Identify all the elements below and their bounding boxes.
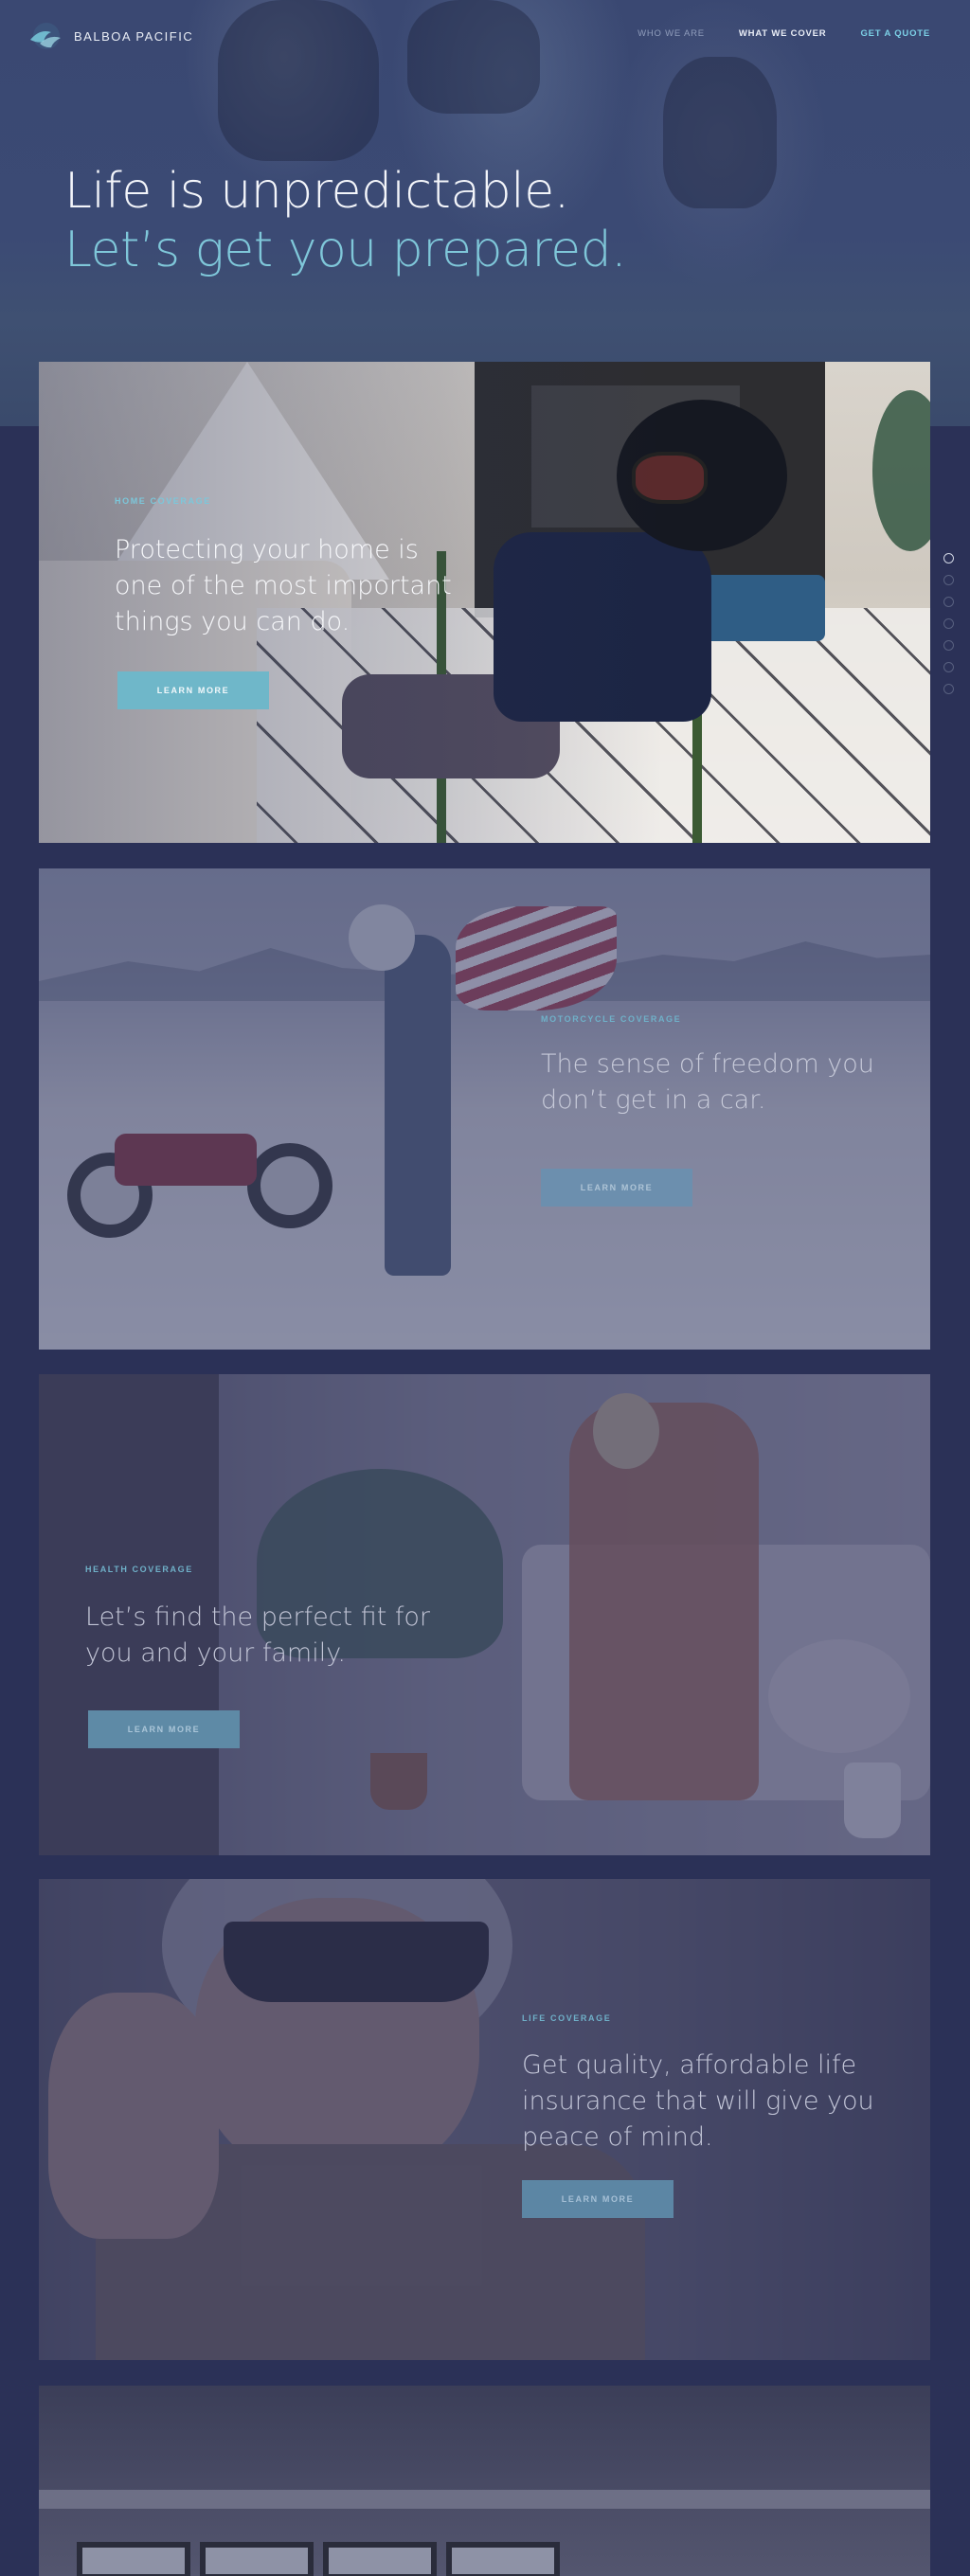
life-coverage-card: LIFE COVERAGE Get quality, affordable li… [39, 1879, 930, 2360]
card-headline: The sense of freedom you don’t get in a … [541, 1049, 874, 1115]
room-window [77, 2542, 190, 2576]
brand-name: BALBOA PACIFIC [74, 28, 194, 44]
pager-dot[interactable] [943, 684, 954, 694]
hero-photo-figure [407, 0, 540, 114]
brand-logo[interactable]: BALBOA PACIFIC [27, 21, 193, 51]
nav-who-we-are[interactable]: WHO WE ARE [638, 28, 705, 39]
motorcycle-coverage-card: MOTORCYCLE COVERAGE The sense of freedom… [39, 868, 930, 1350]
nav-get-a-quote[interactable]: GET A QUOTE [860, 28, 930, 39]
card-headline: Protecting your home is one of the most … [115, 535, 452, 636]
pager-dot[interactable] [943, 575, 954, 585]
learn-more-button[interactable]: LEARN MORE [88, 1710, 240, 1748]
health-coverage-card: HEALTH COVERAGE Let’s find the perfect f… [39, 1374, 930, 1855]
card-eyebrow: HEALTH COVERAGE [85, 1565, 193, 1574]
card-eyebrow: LIFE COVERAGE [522, 2013, 612, 2023]
card-eyebrow: HOME COVERAGE [115, 496, 211, 506]
hero-subheadline: Let’s get you prepared. [64, 222, 627, 278]
card-headline: Let’s find the perfect fit for you and y… [85, 1602, 431, 1668]
pager-dot[interactable] [943, 618, 954, 629]
room-window [323, 2542, 437, 2576]
section-pager [943, 553, 954, 694]
wave-logo-icon [30, 23, 61, 49]
card-headline: Get quality, affordable life insurance t… [522, 2050, 874, 2152]
card-eyebrow: MOTORCYCLE COVERAGE [541, 1014, 682, 1024]
room-window [446, 2542, 560, 2576]
home-coverage-card: HOME COVERAGE Protecting your home is on… [39, 362, 930, 843]
main-nav: WHO WE ARE WHAT WE COVER GET A QUOTE [638, 28, 930, 39]
learn-more-button[interactable]: LEARN MORE [117, 671, 269, 709]
hero-photo-figure [663, 57, 777, 208]
ceiling-beam [39, 2490, 930, 2509]
nav-what-we-cover[interactable]: WHAT WE COVER [739, 28, 827, 39]
learn-more-button[interactable]: LEARN MORE [541, 1169, 692, 1207]
hero-photo-figure [218, 0, 379, 161]
hero-headline: Life is unpredictable. [64, 163, 569, 220]
pager-dot[interactable] [943, 640, 954, 651]
room-window [200, 2542, 314, 2576]
pager-dot[interactable] [943, 553, 954, 564]
pager-dot[interactable] [943, 597, 954, 607]
learn-more-button[interactable]: LEARN MORE [522, 2180, 674, 2218]
next-coverage-card [39, 2386, 930, 2576]
pager-dot[interactable] [943, 662, 954, 672]
